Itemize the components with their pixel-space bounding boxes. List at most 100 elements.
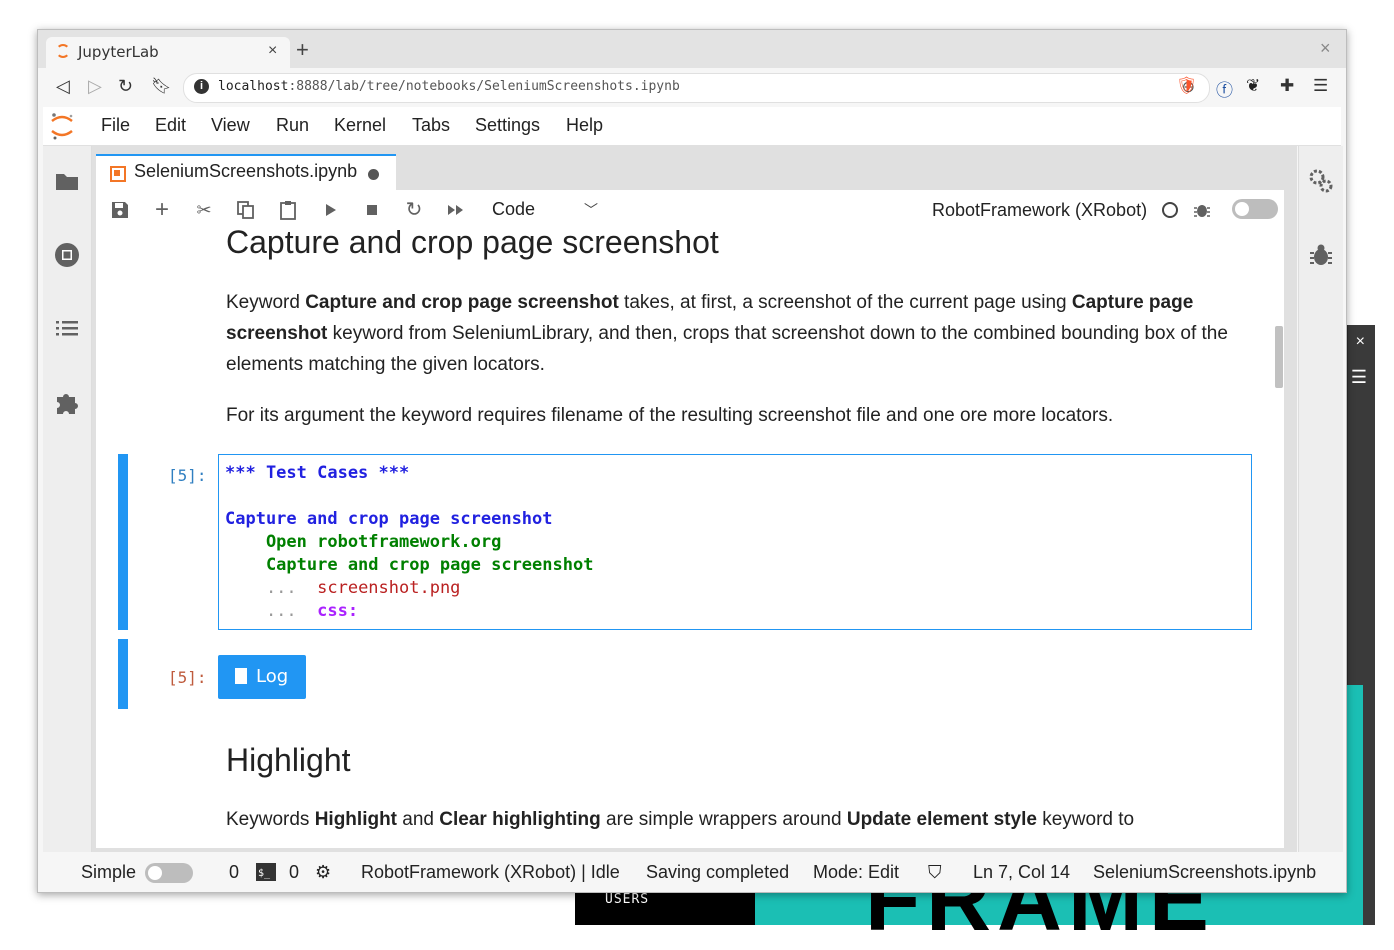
code-cell-editor[interactable]: *** Test Cases *** Capture and crop page… [218,454,1252,630]
bold-text: Clear highlighting [439,809,601,830]
paragraph-capture-description: Keyword Capture and crop page screenshot… [226,287,1236,380]
notebook-tab[interactable]: SeleniumScreenshots.ipynb [96,154,396,190]
url-text[interactable]: localhost:8888/lab/tree/notebooks/Seleni… [218,79,680,94]
cursor-position[interactable]: Ln 7, Col 14 [973,862,1070,883]
fedora-icon[interactable]: ⓕ [1216,76,1233,101]
stop-icon[interactable] [362,200,382,220]
save-icon[interactable] [110,200,130,220]
code-argument: screenshot.png [317,578,461,598]
cell-type-select[interactable]: Code [492,199,535,220]
code-line-3: Capture and crop page screenshot [225,509,553,529]
jupyter-favicon-icon [56,44,70,58]
window-close-button[interactable]: × [1320,38,1331,59]
forward-icon[interactable]: ▷ [88,76,102,97]
url-host: localhost [218,79,289,94]
code-line-4: Open robotframework.org [225,532,502,552]
browser-menu-icon[interactable]: ☰ [1313,76,1328,96]
browser-tab-title: JupyterLab [78,43,159,61]
notebook-tab-title: SeleniumScreenshots.ipynb [134,161,358,181]
background-close-icon[interactable]: × [1356,333,1365,351]
menu-settings[interactable]: Settings [475,115,540,136]
code-line-1: *** Test Cases *** [225,463,410,483]
simple-mode-toggle[interactable] [145,863,193,883]
menu-tabs[interactable]: Tabs [412,115,450,136]
menu-kernel[interactable]: Kernel [334,115,386,136]
back-icon[interactable]: ◁ [56,76,70,97]
document-area: SeleniumScreenshots.ipynb + ✂ ↻ Code ﹀ R… [92,146,1297,852]
kernel-name[interactable]: RobotFramework (XRobot) [932,200,1147,221]
kernel-count[interactable]: 0 [289,862,299,883]
jupyter-logo-icon [51,113,73,140]
debugger-toggle[interactable] [1232,199,1278,219]
address-bar[interactable]: i localhost:8888/lab/tree/notebooks/Sele… [183,73,1210,103]
paragraph-highlight-description: Keywords Highlight and Clear highlightin… [226,804,1236,835]
paste-icon[interactable] [278,200,298,220]
mode-indicator[interactable]: Mode: Edit [813,862,899,883]
brave-shield-icon[interactable]: 🛡︎ [1176,76,1198,96]
tab-close-icon[interactable]: × [268,42,277,60]
background-users-label: USERS [605,892,650,907]
continuation-dots: ... [225,601,318,621]
notebook-panel: Capture and crop page screenshot Keyword… [96,230,1284,848]
code-line-6: ... screenshot.png [225,577,460,600]
background-menu-icon[interactable]: ☰ [1351,367,1367,388]
copy-icon[interactable] [236,200,256,220]
menu-help[interactable]: Help [566,115,603,136]
running-stop-icon[interactable] [52,240,82,270]
trusted-shield-icon[interactable]: ⛉ [928,862,942,883]
chevron-down-icon[interactable]: ﹀ [584,200,598,220]
menu-file[interactable]: File [101,115,130,136]
jupyter-menubar: File Edit View Run Kernel Tabs Settings … [43,107,1341,146]
bold-text: Update element style [846,809,1037,830]
kernel-chip-icon[interactable]: ⚙ [315,862,331,883]
bookmark-icon[interactable]: 🔖︎ [151,76,171,96]
run-icon[interactable] [320,200,340,220]
restart-run-all-icon[interactable] [446,200,466,220]
browser-tab[interactable]: JupyterLab × [46,37,290,68]
notebook-toolbar: + ✂ ↻ Code ﹀ RobotFramework (XRobot) [96,190,1284,231]
extension-icon[interactable]: ❦ [1246,76,1260,96]
folder-icon[interactable] [52,166,82,196]
restart-icon[interactable]: ↻ [404,200,424,220]
puzzle-extensions-icon[interactable]: ✚ [1280,76,1294,96]
terminal-count[interactable]: 0 [229,862,239,883]
insert-cell-icon[interactable]: + [152,198,172,222]
cut-icon[interactable]: ✂ [194,200,214,220]
right-sidebar [1298,146,1343,852]
menu-view[interactable]: View [211,115,250,136]
status-bar: Simple 0 $_ 0 ⚙ RobotFramework (XRobot) … [43,853,1341,891]
reload-icon[interactable]: ↻ [118,76,133,97]
menu-run[interactable]: Run [276,115,309,136]
text: Keywords [226,809,315,830]
unsaved-dot-icon[interactable] [368,169,379,180]
url-path: :8888/lab/tree/notebooks/SeleniumScreens… [288,79,680,94]
output-cell-indicator[interactable] [118,639,128,709]
notebook-scrollbar[interactable] [1274,230,1284,848]
debugger-toolbar-bug-icon[interactable] [1192,200,1212,220]
input-prompt: [5]: [168,466,207,485]
scrollbar-thumb[interactable] [1275,326,1283,388]
terminal-icon[interactable]: $_ [256,863,276,881]
file-icon [235,668,247,684]
text: and [397,809,440,830]
notebook-icon [110,166,126,182]
text: Keyword [226,292,306,313]
text: keyword from SeleniumLibrary, and then, … [226,323,1228,375]
new-tab-button[interactable]: + [296,39,309,61]
site-info-icon[interactable]: i [194,79,209,94]
kernel-status-text[interactable]: RobotFramework (XRobot) | Idle [361,862,620,883]
text: are simple wrappers around [600,809,847,830]
active-cell-indicator[interactable] [118,454,128,630]
property-inspector-gears-icon[interactable] [1306,166,1336,196]
log-button[interactable]: Log [218,655,306,699]
output-prompt: [5]: [168,668,207,687]
simple-mode-label: Simple [81,862,137,882]
status-file-name: SeleniumScreenshots.ipynb [1093,862,1317,882]
log-button-label: Log [256,666,289,687]
paragraph-argument-description: For its argument the keyword requires fi… [226,405,1114,426]
debugger-bug-icon[interactable] [1306,240,1336,270]
menu-edit[interactable]: Edit [155,115,186,136]
browser-navbar: ◁ ▷ ↻ 🔖︎ i localhost:8888/lab/tree/noteb… [38,68,1346,106]
table-of-contents-icon[interactable] [52,314,82,344]
extension-manager-icon[interactable] [52,388,82,418]
